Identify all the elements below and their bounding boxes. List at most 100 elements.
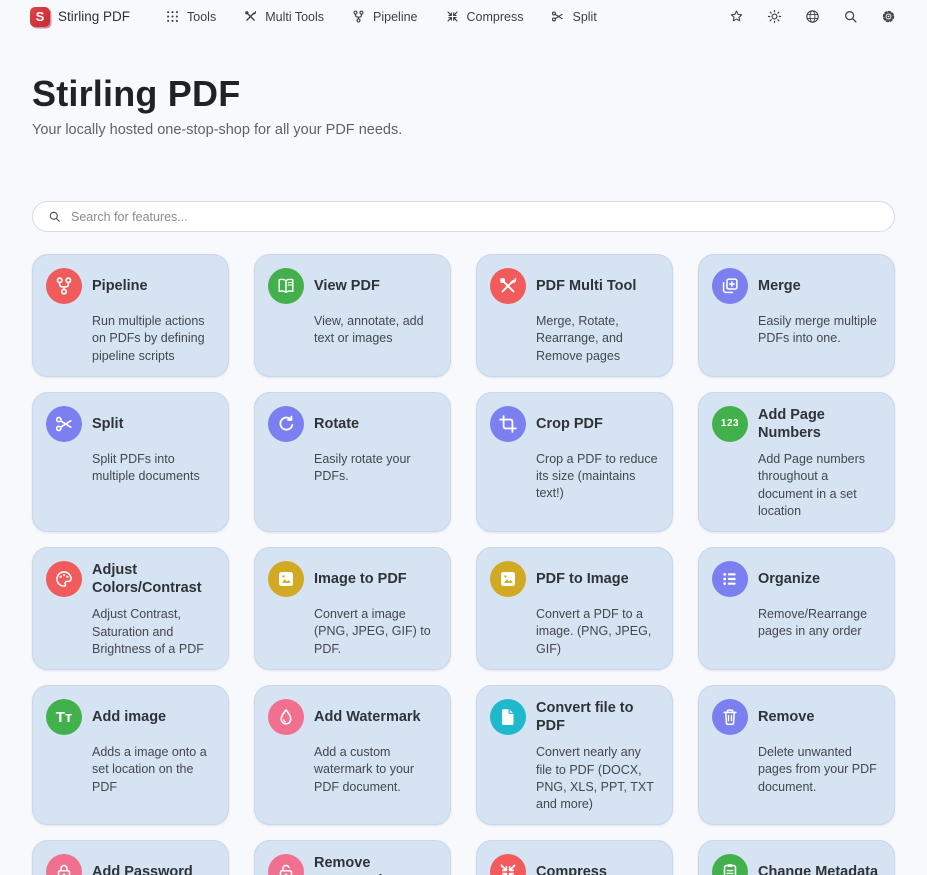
feature-card-merge[interactable]: Merge Easily merge multiple PDFs into on… bbox=[698, 254, 895, 377]
feature-card-pdf-multi-tool[interactable]: PDF Multi Tool Merge, Rotate, Rearrange,… bbox=[476, 254, 673, 377]
feature-card-add-image[interactable]: Tт Add image Adds a image onto a set loc… bbox=[32, 685, 229, 825]
brand[interactable]: S Stirling PDF bbox=[30, 7, 130, 27]
rotate-icon bbox=[268, 406, 304, 442]
numbers-123-icon: 123 bbox=[712, 406, 748, 442]
tools-icon bbox=[243, 9, 258, 24]
card-description: Convert a PDF to a image. (PNG, JPEG, GI… bbox=[536, 606, 658, 658]
card-description: Easily rotate your PDFs. bbox=[314, 451, 436, 486]
language-globe-icon[interactable] bbox=[804, 8, 821, 25]
settings-gear-icon[interactable] bbox=[880, 8, 897, 25]
card-title: PDF to Image bbox=[536, 570, 629, 588]
card-title: Pipeline bbox=[92, 277, 148, 295]
feature-card-add-watermark[interactable]: Add Watermark Add a custom watermark to … bbox=[254, 685, 451, 825]
trash-icon bbox=[712, 699, 748, 735]
card-title: Change Metadata bbox=[758, 863, 878, 875]
pipeline-icon bbox=[53, 275, 75, 297]
card-title: PDF Multi Tool bbox=[536, 277, 636, 295]
card-title: Merge bbox=[758, 277, 801, 295]
lock-open-icon bbox=[268, 854, 304, 875]
file-icon bbox=[497, 706, 519, 728]
feature-card-pipeline[interactable]: Pipeline Run multiple actions on PDFs by… bbox=[32, 254, 229, 377]
card-description: Adjust Contrast, Saturation and Brightne… bbox=[92, 606, 214, 658]
feature-card-remove-password[interactable]: Remove Password Remove password protecti… bbox=[254, 840, 451, 875]
feature-search-bar bbox=[32, 201, 895, 232]
feature-card-pdf-to-image[interactable]: PDF to Image Convert a PDF to a image. (… bbox=[476, 547, 673, 670]
top-navbar: S Stirling PDF Tools Multi Tools Pipelin… bbox=[0, 0, 927, 33]
list-icon bbox=[712, 561, 748, 597]
image-icon bbox=[275, 568, 297, 590]
nav-item-tools[interactable]: Tools bbox=[165, 9, 216, 24]
favourites-star-icon[interactable] bbox=[728, 8, 745, 25]
card-title: Remove Password bbox=[314, 854, 436, 875]
feature-card-grid: Pipeline Run multiple actions on PDFs by… bbox=[32, 254, 895, 875]
card-title: Crop PDF bbox=[536, 415, 603, 433]
pipeline-icon bbox=[351, 9, 366, 24]
theme-toggle-sun-icon[interactable] bbox=[766, 8, 783, 25]
search-input[interactable] bbox=[71, 210, 880, 224]
search-icon bbox=[842, 8, 859, 25]
feature-card-remove[interactable]: Remove Delete unwanted pages from your P… bbox=[698, 685, 895, 825]
book-open-icon bbox=[275, 275, 297, 297]
image-icon bbox=[490, 561, 526, 597]
feature-card-split[interactable]: Split Split PDFs into multiple documents bbox=[32, 392, 229, 532]
clipboard-icon bbox=[712, 854, 748, 875]
lock-open-icon bbox=[275, 861, 297, 875]
palette-icon bbox=[53, 568, 75, 590]
feature-card-add-page-numbers[interactable]: 123 Add Page Numbers Add Page numbers th… bbox=[698, 392, 895, 532]
pipeline-icon bbox=[46, 268, 82, 304]
image-icon bbox=[268, 561, 304, 597]
nav-item-label: Tools bbox=[187, 10, 216, 24]
crop-icon bbox=[490, 406, 526, 442]
feature-card-view-pdf[interactable]: View PDF View, annotate, add text or ima… bbox=[254, 254, 451, 377]
feature-card-adjust-colors-contrast[interactable]: Adjust Colors/Contrast Adjust Contrast, … bbox=[32, 547, 229, 670]
nav-item-multi-tools[interactable]: Multi Tools bbox=[243, 9, 324, 24]
file-icon bbox=[490, 699, 526, 735]
rotate-icon bbox=[275, 413, 297, 435]
tools-icon bbox=[490, 268, 526, 304]
card-description: Easily merge multiple PDFs into one. bbox=[758, 313, 880, 348]
card-description: Add Page numbers throughout a document i… bbox=[758, 451, 880, 520]
card-description: Merge, Rotate, Rearrange, and Remove pag… bbox=[536, 313, 658, 365]
apps-icon bbox=[165, 9, 180, 24]
card-title: Image to PDF bbox=[314, 570, 407, 588]
card-title: Compress bbox=[536, 863, 607, 875]
card-description: Convert a image (PNG, JPEG, GIF) to PDF. bbox=[314, 606, 436, 658]
card-title: Adjust Colors/Contrast bbox=[92, 561, 214, 597]
feature-card-image-to-pdf[interactable]: Image to PDF Convert a image (PNG, JPEG,… bbox=[254, 547, 451, 670]
nav-item-label: Split bbox=[572, 10, 596, 24]
nav-item-pipeline[interactable]: Pipeline bbox=[351, 9, 417, 24]
feature-card-organize[interactable]: Organize Remove/Rearrange pages in any o… bbox=[698, 547, 895, 670]
compress-icon bbox=[490, 854, 526, 875]
feature-card-rotate[interactable]: Rotate Easily rotate your PDFs. bbox=[254, 392, 451, 532]
feature-card-crop-pdf[interactable]: Crop PDF Crop a PDF to reduce its size (… bbox=[476, 392, 673, 532]
scissors-icon bbox=[53, 413, 75, 435]
nav-item-split[interactable]: Split bbox=[550, 9, 596, 24]
card-title: Add image bbox=[92, 708, 166, 726]
card-description: Remove/Rearrange pages in any order bbox=[758, 606, 880, 641]
card-description: Crop a PDF to reduce its size (maintains… bbox=[536, 451, 658, 503]
card-title: Organize bbox=[758, 570, 820, 588]
card-title: Convert file to PDF bbox=[536, 699, 658, 735]
search-icon bbox=[47, 209, 62, 224]
page-subtitle: Your locally hosted one-stop-shop for al… bbox=[32, 122, 895, 138]
card-description: Adds a image onto a set location on the … bbox=[92, 744, 214, 796]
water-drop-icon bbox=[275, 706, 297, 728]
merge-pages-icon bbox=[712, 268, 748, 304]
merge-pages-icon bbox=[719, 275, 741, 297]
compress-icon bbox=[497, 861, 519, 875]
brand-label: Stirling PDF bbox=[58, 9, 130, 24]
card-description: View, annotate, add text or images bbox=[314, 313, 436, 348]
nav-item-compress[interactable]: Compress bbox=[445, 9, 524, 24]
text-tt-icon: Tт bbox=[56, 709, 73, 726]
stirling-logo-icon: S bbox=[30, 7, 50, 27]
search-icon-button[interactable] bbox=[842, 8, 859, 25]
globe-icon bbox=[804, 8, 821, 25]
feature-card-change-metadata[interactable]: Change Metadata Change/Remove/Add metada… bbox=[698, 840, 895, 875]
lock-icon bbox=[53, 861, 75, 875]
pipeline-icon bbox=[351, 9, 366, 24]
clipboard-icon bbox=[719, 861, 741, 875]
feature-card-compress[interactable]: Compress Compress PDFs to reduce their f… bbox=[476, 840, 673, 875]
numbers-123-icon: 123 bbox=[721, 418, 739, 429]
feature-card-convert-file-to-pdf[interactable]: Convert file to PDF Convert nearly any f… bbox=[476, 685, 673, 825]
feature-card-add-password[interactable]: Add Password Encrypt your PDF document w… bbox=[32, 840, 229, 875]
